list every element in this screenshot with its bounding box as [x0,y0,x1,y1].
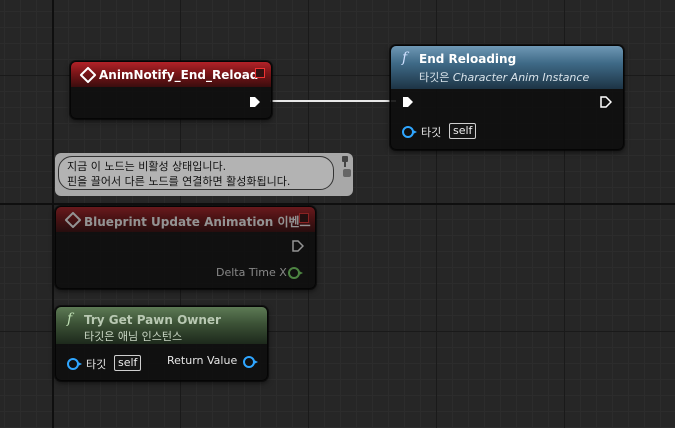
return-value-label: Return Value [167,354,238,367]
event-diamond-icon [79,66,97,84]
event-diamond-icon [64,211,82,229]
self-default-value[interactable]: self [114,355,142,371]
function-icon: f [402,50,408,66]
return-value-pin[interactable] [243,356,258,368]
exec-wire[interactable] [270,100,396,102]
node-header[interactable]: Blueprint Update Animation 이벤트 [56,207,315,232]
comment-line-2: 핀을 끌어서 다른 노드를 연결하면 활성화됩니다. [67,175,291,188]
target-pin-label: 타깃 [421,126,442,139]
anim-notify-end-reload-node[interactable]: AnimNotify_End_Reload [70,61,272,119]
comment-line-1: 지금 이 노드는 비활성 상태입니다. [67,160,227,173]
exec-out-pin[interactable] [600,96,612,108]
subtitle-prefix: 타깃은 [419,71,453,84]
delegate-pin-icon[interactable] [255,68,265,78]
exec-in-pin[interactable] [402,96,414,108]
comment-bubble: 지금 이 노드는 비활성 상태입니다. 핀을 끌어서 다른 노드를 연결하면 활… [58,156,334,190]
delta-time-pin[interactable] [288,267,303,279]
target-pin-label: 타깃 [86,358,107,371]
disabled-node-comment: 지금 이 노드는 비활성 상태입니다. 핀을 끌어서 다른 노드를 연결하면 활… [55,153,353,196]
node-title: Blueprint Update Animation 이벤트 [84,215,311,229]
function-icon: f [67,311,73,327]
node-title: End Reloading [419,52,517,66]
subtitle-target: Character Anim Instance [452,71,590,84]
target-pin[interactable] [402,126,417,138]
node-title: Try Get Pawn Owner [84,313,221,327]
node-header[interactable]: f End Reloading 타깃은 Character Anim Insta… [391,46,623,89]
node-header[interactable]: AnimNotify_End_Reload [71,62,271,87]
blueprint-update-animation-node[interactable]: Blueprint Update Animation 이벤트 Delta Tim… [55,206,316,289]
exec-out-pin[interactable] [249,96,261,108]
node-header[interactable]: f Try Get Pawn Owner 타깃은 애님 인스턴스 [56,307,267,344]
delta-time-label: Delta Time X [216,266,287,279]
node-title: AnimNotify_End_Reload [99,68,259,82]
pin-comment-icon[interactable] [341,156,351,177]
node-subtitle: 타깃은 애님 인스턴스 [84,330,183,343]
node-subtitle: 타깃은 Character Anim Instance [419,69,589,85]
delegate-pin-icon[interactable] [299,213,309,223]
self-default-value[interactable]: self [449,123,477,139]
target-pin[interactable] [67,358,82,370]
end-reloading-node[interactable]: f End Reloading 타깃은 Character Anim Insta… [390,45,624,150]
exec-out-pin[interactable] [292,240,304,252]
try-get-pawn-owner-node[interactable]: f Try Get Pawn Owner 타깃은 애님 인스턴스 타깃 self… [55,306,268,381]
